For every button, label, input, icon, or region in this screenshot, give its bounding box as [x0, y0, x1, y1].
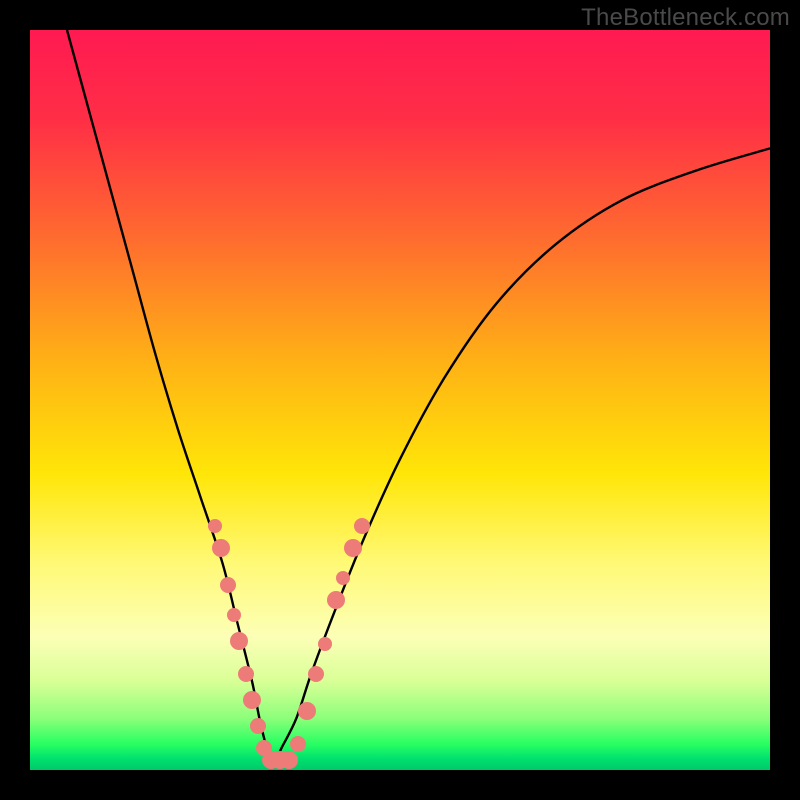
scatter-dot [243, 691, 261, 709]
chart-frame: TheBottleneck.com [0, 0, 800, 800]
scatter-dot [212, 539, 230, 557]
scatter-dot [354, 518, 370, 534]
scatter-dot [220, 577, 236, 593]
bottleneck-curve [67, 30, 770, 763]
watermark-text: TheBottleneck.com [581, 4, 790, 32]
scatter-dot [230, 632, 248, 650]
scatter-dot [298, 702, 316, 720]
curve-layer [30, 30, 770, 770]
scatter-dot [280, 751, 298, 769]
plot-area [30, 30, 770, 770]
scatter-dot [318, 637, 332, 651]
scatter-dot [208, 519, 222, 533]
scatter-dot [344, 539, 362, 557]
scatter-dot [238, 666, 254, 682]
scatter-dot [250, 718, 266, 734]
scatter-dot [227, 608, 241, 622]
scatter-dot [308, 666, 324, 682]
scatter-dot [290, 736, 306, 752]
scatter-dot [336, 571, 350, 585]
scatter-dot [327, 591, 345, 609]
